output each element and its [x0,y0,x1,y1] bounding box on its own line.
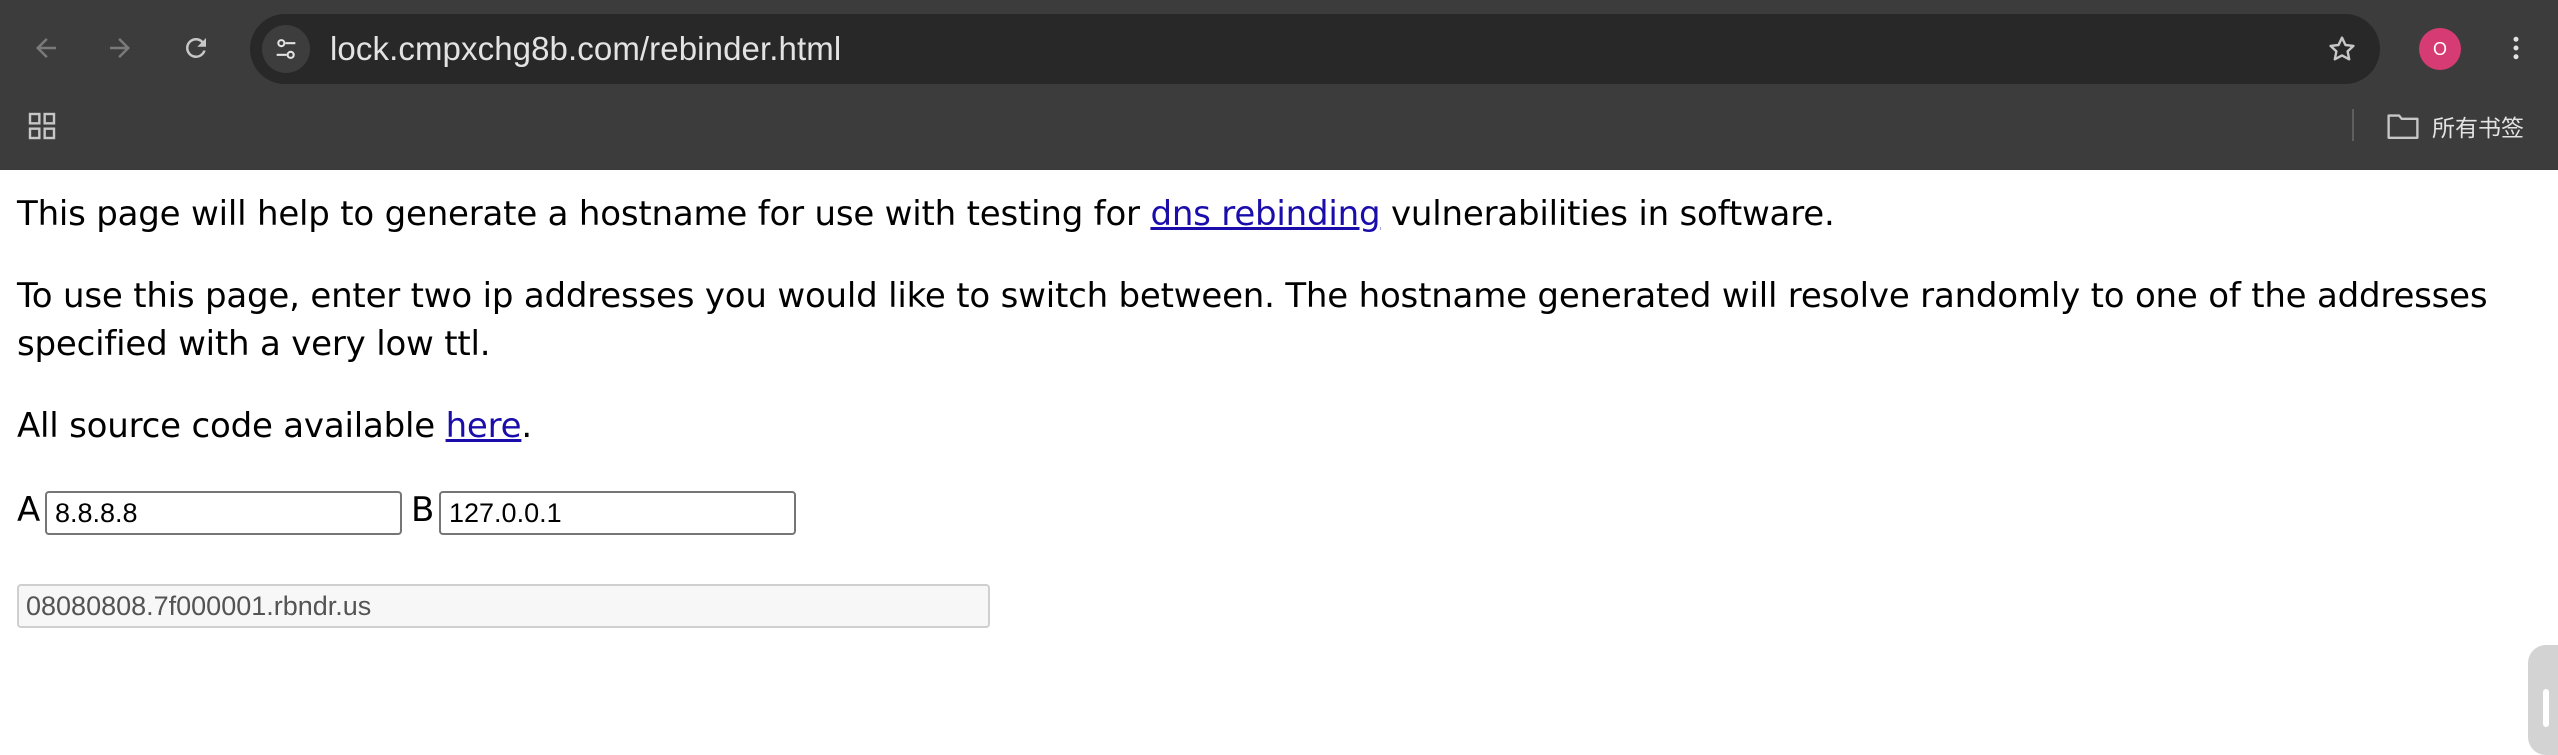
browser-chrome: lock.cmpxchg8b.com/rebinder.html O 所有书签 [0,0,2558,170]
ip-a-label: A [17,490,41,530]
ip-a-input[interactable] [45,491,402,535]
source-text: All source code available [17,406,446,446]
site-info-icon [276,39,296,59]
more-menu-button[interactable] [2492,24,2540,72]
intro-paragraph: This page will help to generate a hostna… [17,190,1835,238]
all-bookmarks-button[interactable]: 所有书签 [2386,104,2524,148]
side-panel-handle[interactable] [2528,645,2558,755]
address-bar[interactable]: lock.cmpxchg8b.com/rebinder.html [250,14,2380,84]
more-vert-icon [2513,36,2519,60]
intro-text: This page will help to generate a hostna… [17,194,1151,234]
profile-avatar[interactable]: O [2419,28,2461,70]
forward-button[interactable] [96,24,144,72]
apps-grid-icon [28,112,56,140]
star-icon [2329,36,2355,61]
reload-icon [186,38,206,58]
reload-button[interactable] [172,24,220,72]
back-button[interactable] [22,24,70,72]
dns-rebinding-link[interactable]: dns rebinding [1150,194,1380,234]
source-text-end: . [521,406,532,446]
hostname-output[interactable] [17,584,990,628]
source-code-link[interactable]: here [446,406,522,446]
ip-b-label: B [411,490,435,530]
site-info-button[interactable] [262,25,310,73]
forward-icon [110,38,130,58]
instructions-paragraph: To use this page, enter two ip addresses… [17,276,2488,364]
folder-icon [2387,114,2419,139]
url-text[interactable]: lock.cmpxchg8b.com/rebinder.html [330,14,841,84]
bookmark-star-button[interactable] [2318,25,2366,73]
source-paragraph: All source code available here. [17,402,532,450]
all-bookmarks-label: 所有书签 [2432,116,2524,142]
bookmarks-divider [2352,109,2354,141]
ip-b-input[interactable] [439,491,796,535]
page-content: This page will help to generate a hostna… [0,170,2558,755]
back-icon [36,38,56,58]
apps-button[interactable] [20,104,64,148]
grip-icon [2543,689,2549,727]
intro-text-end: vulnerabilities in software. [1380,194,1835,234]
